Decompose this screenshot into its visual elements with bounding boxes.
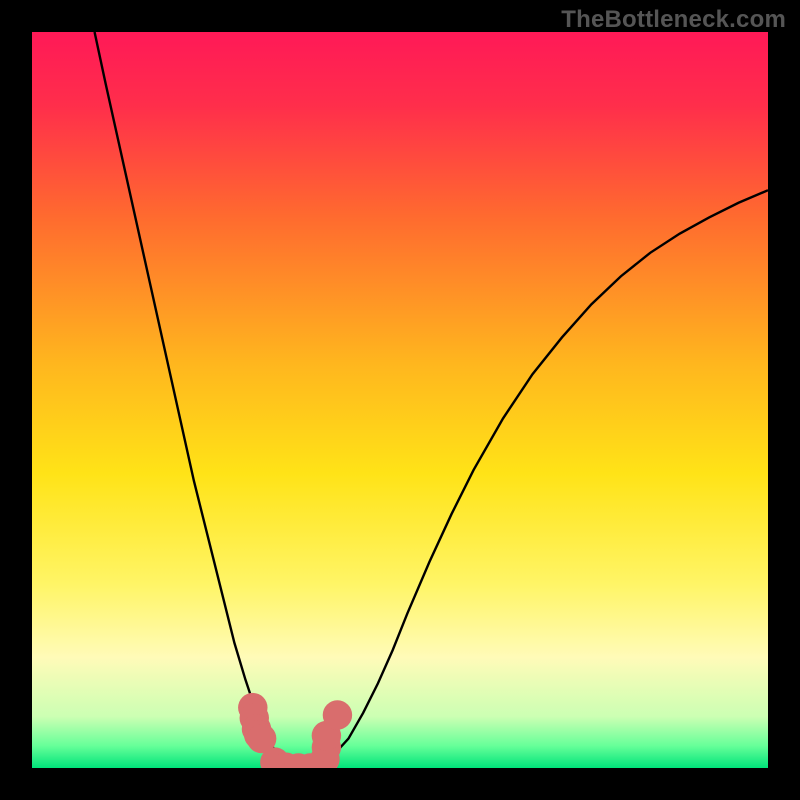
detail-marker [323, 700, 352, 729]
chart-frame: TheBottleneck.com [0, 0, 800, 800]
plot-background [32, 32, 768, 768]
watermark-text: TheBottleneck.com [561, 6, 786, 34]
plot-svg [32, 32, 768, 768]
